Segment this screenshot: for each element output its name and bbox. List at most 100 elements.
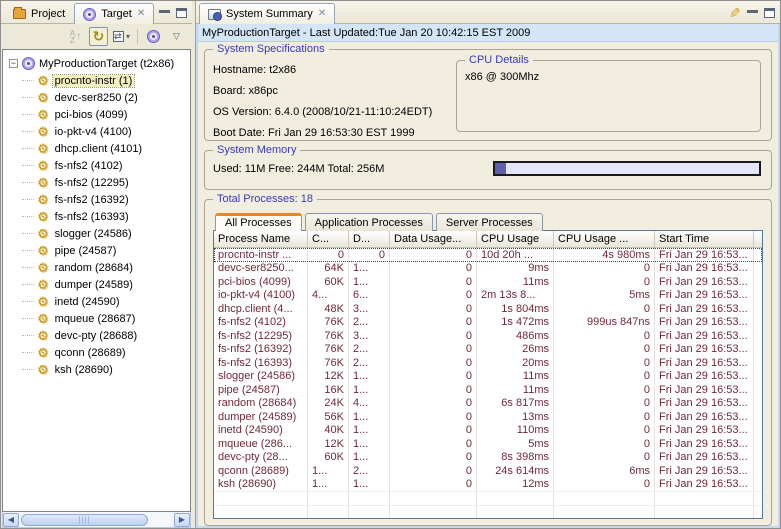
target-status-strip: MyProductionTarget - Last Updated:Tue Ja… [198, 24, 778, 42]
process-gear-icon: ⚙ [37, 278, 49, 291]
table-cell: 56K [308, 410, 349, 424]
column-header-cpu-usage[interactable]: CPU Usage [477, 231, 554, 247]
table-cell: 0 [554, 383, 655, 397]
tab-project[interactable]: Project [4, 3, 74, 24]
tree-item-process[interactable]: ⚙ fs-nfs2 (16393) [9, 208, 190, 225]
table-cell: 1... [349, 437, 390, 451]
folder-icon [13, 9, 26, 19]
table-row[interactable]: devc-pty (28...60K1...08s 398ms0Fri Jan … [214, 451, 762, 465]
tree-item-process[interactable]: ⚙ qconn (28689) [9, 344, 190, 361]
maximize-button[interactable] [764, 8, 775, 18]
tree-item-process[interactable]: ⚙ random (28684) [9, 259, 190, 276]
tree-item-process[interactable]: ⚙ devc-ser8250 (2) [9, 89, 190, 106]
table-cell [349, 492, 390, 505]
tree-item-process[interactable]: ⚙ pci-bios (4099) [9, 106, 190, 123]
table-cell: 76K [308, 316, 349, 330]
tree-item-process[interactable]: ⚙ devc-pty (28688) [9, 327, 190, 344]
process-tab-application-processes[interactable]: Application Processes [305, 213, 433, 231]
minimize-button[interactable] [747, 10, 758, 19]
process-tab-all-processes[interactable]: All Processes [215, 213, 302, 231]
tab-target[interactable]: Target ✕ [74, 3, 154, 24]
scroll-left-icon[interactable]: ◀ [3, 513, 19, 527]
close-icon[interactable]: ✕ [137, 9, 145, 19]
scrollbar-thumb[interactable] [21, 514, 148, 526]
table-cell [214, 492, 308, 505]
tree-item-process[interactable]: ⚙ ksh (28690) [9, 361, 190, 378]
table-cell: dumper (24589) [214, 410, 308, 424]
table-cell [308, 506, 349, 519]
table-cell [754, 302, 762, 316]
column-header-cpu-usage-[interactable]: CPU Usage ... [554, 231, 655, 247]
table-row[interactable]: fs-nfs2 (16392)76K2...026ms0Fri Jan 29 1… [214, 343, 762, 357]
table-cell: 11ms [477, 275, 554, 289]
maximize-button[interactable] [176, 8, 187, 18]
tree-item-label: inetd (24590) [53, 296, 122, 308]
table-row[interactable]: random (28684)24K4...06s 817ms0Fri Jan 2… [214, 397, 762, 411]
close-icon[interactable]: ✕ [318, 9, 326, 19]
column-header-blank[interactable] [754, 231, 762, 247]
table-row[interactable]: dhcp.client (4...48K3...01s 804ms0Fri Ja… [214, 302, 762, 316]
column-header-d-[interactable]: D... [349, 231, 390, 247]
table-row[interactable]: slogger (24586)12K1...011ms0Fri Jan 29 1… [214, 370, 762, 384]
tree-item-process[interactable]: ⚙ slogger (24586) [9, 225, 190, 242]
table-row[interactable]: fs-nfs2 (4102)76K2...01s 472ms999us 847n… [214, 316, 762, 330]
refresh-button[interactable]: ↻ [89, 27, 108, 46]
table-row[interactable]: pci-bios (4099)60K1...011ms0Fri Jan 29 1… [214, 275, 762, 289]
scroll-right-icon[interactable]: ▶ [174, 513, 190, 527]
tree-item-label: fs-nfs2 (16393) [53, 211, 131, 223]
table-cell: 1... [349, 478, 390, 492]
new-target-button[interactable] [144, 27, 163, 46]
table-row[interactable]: dumper (24589)56K1...013ms0Fri Jan 29 16… [214, 410, 762, 424]
tree-item-process[interactable]: ⚙ inetd (24590) [9, 293, 190, 310]
table-cell: Fri Jan 29 16:53... [655, 383, 754, 397]
process-tab-server-processes[interactable]: Server Processes [436, 213, 543, 231]
table-cell [754, 275, 762, 289]
column-header-start-time[interactable]: Start Time [655, 231, 754, 247]
column-header-data-usage-[interactable]: Data Usage... [390, 231, 477, 247]
tree-item-process[interactable]: ⚙ pipe (24587) [9, 242, 190, 259]
table-row[interactable]: fs-nfs2 (16393)76K2...020ms0Fri Jan 29 1… [214, 356, 762, 370]
table-row[interactable]: mqueue (286...12K1...05ms0Fri Jan 29 16:… [214, 437, 762, 451]
table-row[interactable]: ksh (28690)1...1...012ms0Fri Jan 29 16:5… [214, 478, 762, 492]
total-processes-title: Total Processes: 18 [213, 193, 317, 205]
table-row[interactable]: devc-ser8250...64K1...09ms0Fri Jan 29 16… [214, 262, 762, 276]
minimize-button[interactable] [159, 10, 170, 19]
tree-item-label: slogger (24586) [53, 228, 134, 240]
tree-item-process[interactable]: ⚙ dumper (24589) [9, 276, 190, 293]
table-row[interactable]: inetd (24590)40K1...0110ms0Fri Jan 29 16… [214, 424, 762, 438]
table-cell: 2... [349, 343, 390, 357]
sort-button[interactable]: AZ↑ [66, 27, 85, 46]
table-cell [477, 506, 554, 519]
table-cell: 2... [349, 316, 390, 330]
collapse-icon[interactable]: − [9, 59, 18, 68]
view-menu-button[interactable]: ▽ [167, 27, 186, 46]
tree-item-process[interactable]: ⚙ dhcp.client (4101) [9, 140, 190, 157]
table-cell: 0 [390, 424, 477, 438]
table-cell: 4... [349, 397, 390, 411]
tree-item-process[interactable]: ⚙ fs-nfs2 (4102) [9, 157, 190, 174]
table-cell: 0 [554, 424, 655, 438]
tree-item-process[interactable]: ⚙ fs-nfs2 (16392) [9, 191, 190, 208]
horizontal-scrollbar[interactable]: ◀ ▶ [2, 512, 191, 528]
tree-root-myproductiontarget[interactable]: − MyProductionTarget (t2x86) [9, 55, 190, 72]
tree-item-process[interactable]: ⚙ mqueue (28687) [9, 310, 190, 327]
table-cell: 6ms [554, 464, 655, 478]
table-row[interactable]: qconn (28689)1...2...024s 614ms6msFri Ja… [214, 464, 762, 478]
table-row[interactable]: procnto-instr ...00010d 20h ...4s 980msF… [214, 248, 762, 262]
table-cell: 76K [308, 329, 349, 343]
tree-item-label: dhcp.client (4101) [53, 143, 144, 155]
column-header-process-name[interactable]: Process Name [214, 231, 308, 247]
table-row[interactable]: pipe (24587)16K1...011ms0Fri Jan 29 16:5… [214, 383, 762, 397]
table-row[interactable]: fs-nfs2 (12295)76K3...0486ms0Fri Jan 29 … [214, 329, 762, 343]
table-row[interactable]: io-pkt-v4 (4100)4...6...02m 13s 8...5msF… [214, 289, 762, 303]
tree-item-process[interactable]: ⚙ procnto-instr (1) [9, 72, 190, 89]
table-cell: 0 [554, 262, 655, 276]
tree-item-process[interactable]: ⚙ fs-nfs2 (12295) [9, 174, 190, 191]
tree-item-process[interactable]: ⚙ io-pkt-v4 (4100) [9, 123, 190, 140]
layout-button[interactable]: ▾ [112, 27, 131, 46]
table-cell [754, 451, 762, 465]
pencil-icon[interactable]: ✎ [729, 7, 741, 19]
process-table: Process NameC...D...Data Usage...CPU Usa… [213, 230, 763, 519]
tab-system-summary[interactable]: System Summary ✕ [199, 3, 335, 24]
column-header-c-[interactable]: C... [308, 231, 349, 247]
